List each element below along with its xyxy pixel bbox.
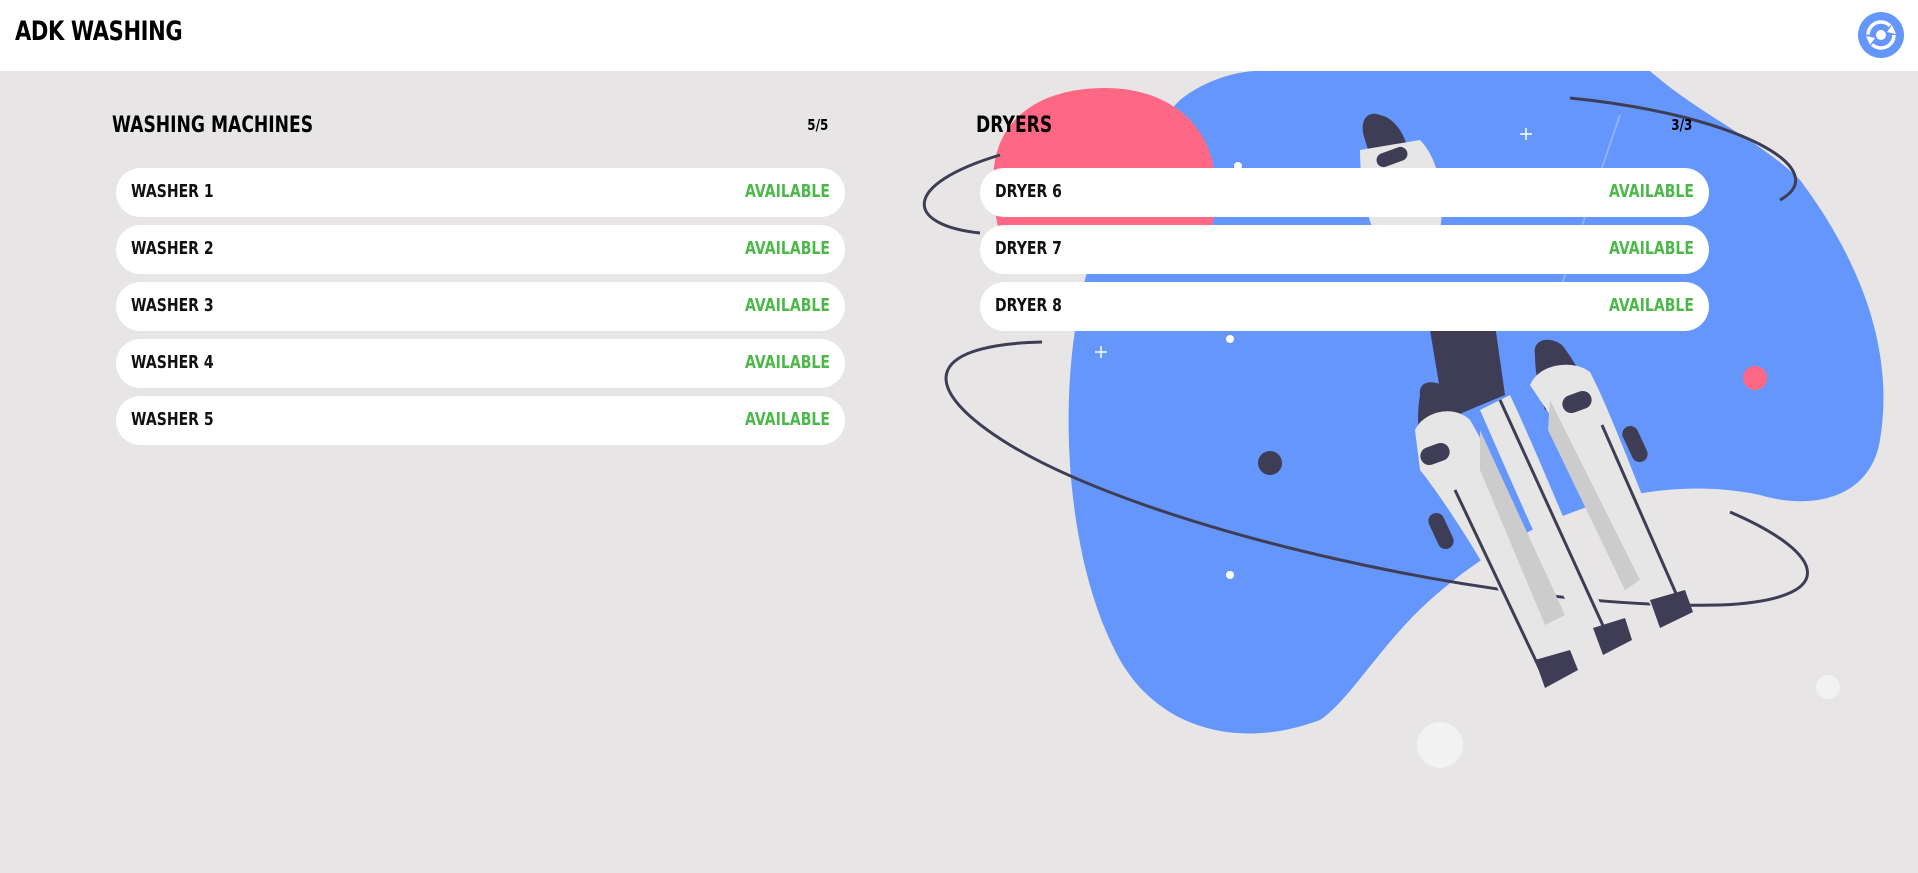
machine-name: DRYER 7: [995, 238, 1062, 259]
app-header: ADK WASHING: [0, 0, 1918, 71]
white-dot-shape: [1226, 571, 1234, 579]
machine-row[interactable]: DRYER 7 AVAILABLE: [980, 225, 1709, 274]
machine-row[interactable]: WASHER 5 AVAILABLE: [116, 396, 845, 445]
dryer-list: DRYER 6 AVAILABLE DRYER 7 AVAILABLE DRYE…: [980, 168, 1709, 339]
machine-name: DRYER 6: [995, 181, 1062, 202]
machine-status: AVAILABLE: [745, 295, 830, 316]
machine-name: DRYER 8: [995, 295, 1062, 316]
machine-row[interactable]: WASHER 1 AVAILABLE: [116, 168, 845, 217]
washers-section-title: WASHING MACHINES: [112, 113, 314, 138]
machine-row[interactable]: DRYER 8 AVAILABLE: [980, 282, 1709, 331]
machine-status: AVAILABLE: [745, 238, 830, 259]
machine-status: AVAILABLE: [1609, 181, 1694, 202]
machine-name: WASHER 4: [131, 352, 214, 373]
machine-status: AVAILABLE: [745, 352, 830, 373]
sparkle-icon: [1095, 346, 1107, 358]
orbit-bottom-line: [944, 340, 1809, 607]
sparkle-icon: [1520, 128, 1532, 140]
machine-row[interactable]: WASHER 3 AVAILABLE: [116, 282, 845, 331]
machine-name: WASHER 5: [131, 409, 214, 430]
machine-name: WASHER 2: [131, 238, 214, 259]
camera-rotate-icon[interactable]: [1858, 12, 1904, 58]
light-circle-shape: [1417, 722, 1463, 768]
dryers-section-title: DRYERS: [976, 113, 1053, 138]
light-circle-shape: [1816, 675, 1840, 699]
machine-row[interactable]: WASHER 2 AVAILABLE: [116, 225, 845, 274]
washer-list: WASHER 1 AVAILABLE WASHER 2 AVAILABLE WA…: [116, 168, 845, 453]
pink-dot-shape: [1743, 366, 1767, 390]
machine-name: WASHER 1: [131, 181, 214, 202]
dryers-count-badge: 3/3: [1670, 116, 1692, 134]
machine-row[interactable]: DRYER 6 AVAILABLE: [980, 168, 1709, 217]
dark-dot-shape: [1258, 451, 1282, 475]
machine-name: WASHER 3: [131, 295, 214, 316]
app-title: ADK WASHING: [15, 16, 183, 47]
machine-row[interactable]: WASHER 4 AVAILABLE: [116, 339, 845, 388]
machine-status: AVAILABLE: [745, 409, 830, 430]
washers-count-badge: 5/5: [806, 116, 828, 134]
machine-status: AVAILABLE: [1609, 295, 1694, 316]
machine-status: AVAILABLE: [745, 181, 830, 202]
machine-status: AVAILABLE: [1609, 238, 1694, 259]
